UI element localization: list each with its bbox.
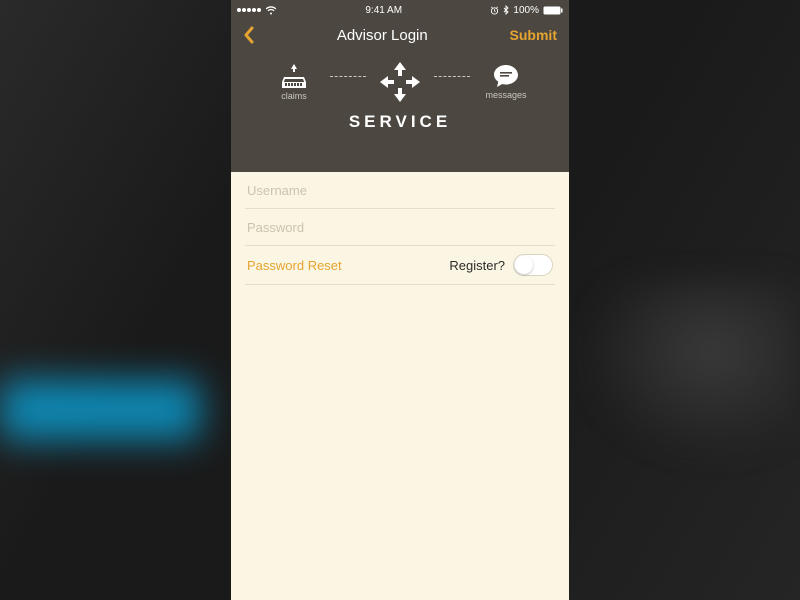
service-center-item (372, 58, 428, 106)
messages-item: messages (476, 64, 536, 100)
battery-icon (543, 6, 563, 15)
alarm-icon (490, 6, 499, 15)
status-bar: 9:41 AM 100% (231, 0, 569, 18)
connector-line (434, 76, 470, 77)
status-time: 9:41 AM (365, 5, 402, 16)
reset-register-row: Password Reset Register? (245, 246, 555, 285)
register-label: Register? (449, 258, 505, 273)
register-wrap: Register? (449, 254, 553, 276)
messages-icon (493, 64, 519, 88)
password-reset-link[interactable]: Password Reset (247, 258, 342, 273)
claims-icon (280, 63, 308, 89)
signal-dots-icon (237, 8, 261, 12)
messages-label: messages (485, 90, 526, 100)
password-input[interactable] (247, 220, 553, 235)
username-input[interactable] (247, 183, 553, 198)
wifi-icon (265, 6, 277, 15)
claims-label: claims (281, 91, 307, 101)
service-title: SERVICE (231, 112, 569, 132)
battery-percent: 100% (513, 5, 539, 16)
page-title: Advisor Login (337, 27, 428, 44)
connector-line (330, 76, 366, 77)
status-left (237, 6, 277, 15)
arrows-converge-icon (376, 58, 424, 106)
bluetooth-icon (503, 5, 509, 15)
toggle-knob-icon (515, 256, 533, 274)
register-toggle[interactable] (513, 254, 553, 276)
header-section: 9:41 AM 100% Advisor Login Submit (231, 0, 569, 172)
claims-item: claims (264, 63, 324, 101)
submit-button[interactable]: Submit (510, 27, 557, 43)
phone-screen: 9:41 AM 100% Advisor Login Submit (231, 0, 569, 600)
back-button[interactable] (243, 26, 255, 44)
nav-bar: Advisor Login Submit (231, 18, 569, 48)
status-right: 100% (490, 5, 563, 16)
chevron-left-icon (243, 26, 255, 44)
password-field-wrap (245, 209, 555, 246)
login-form: Password Reset Register? (231, 172, 569, 285)
username-field-wrap (245, 172, 555, 209)
service-icons-row: claims messages (231, 58, 569, 106)
background-accent (0, 380, 200, 440)
background-right-glow (580, 280, 800, 460)
